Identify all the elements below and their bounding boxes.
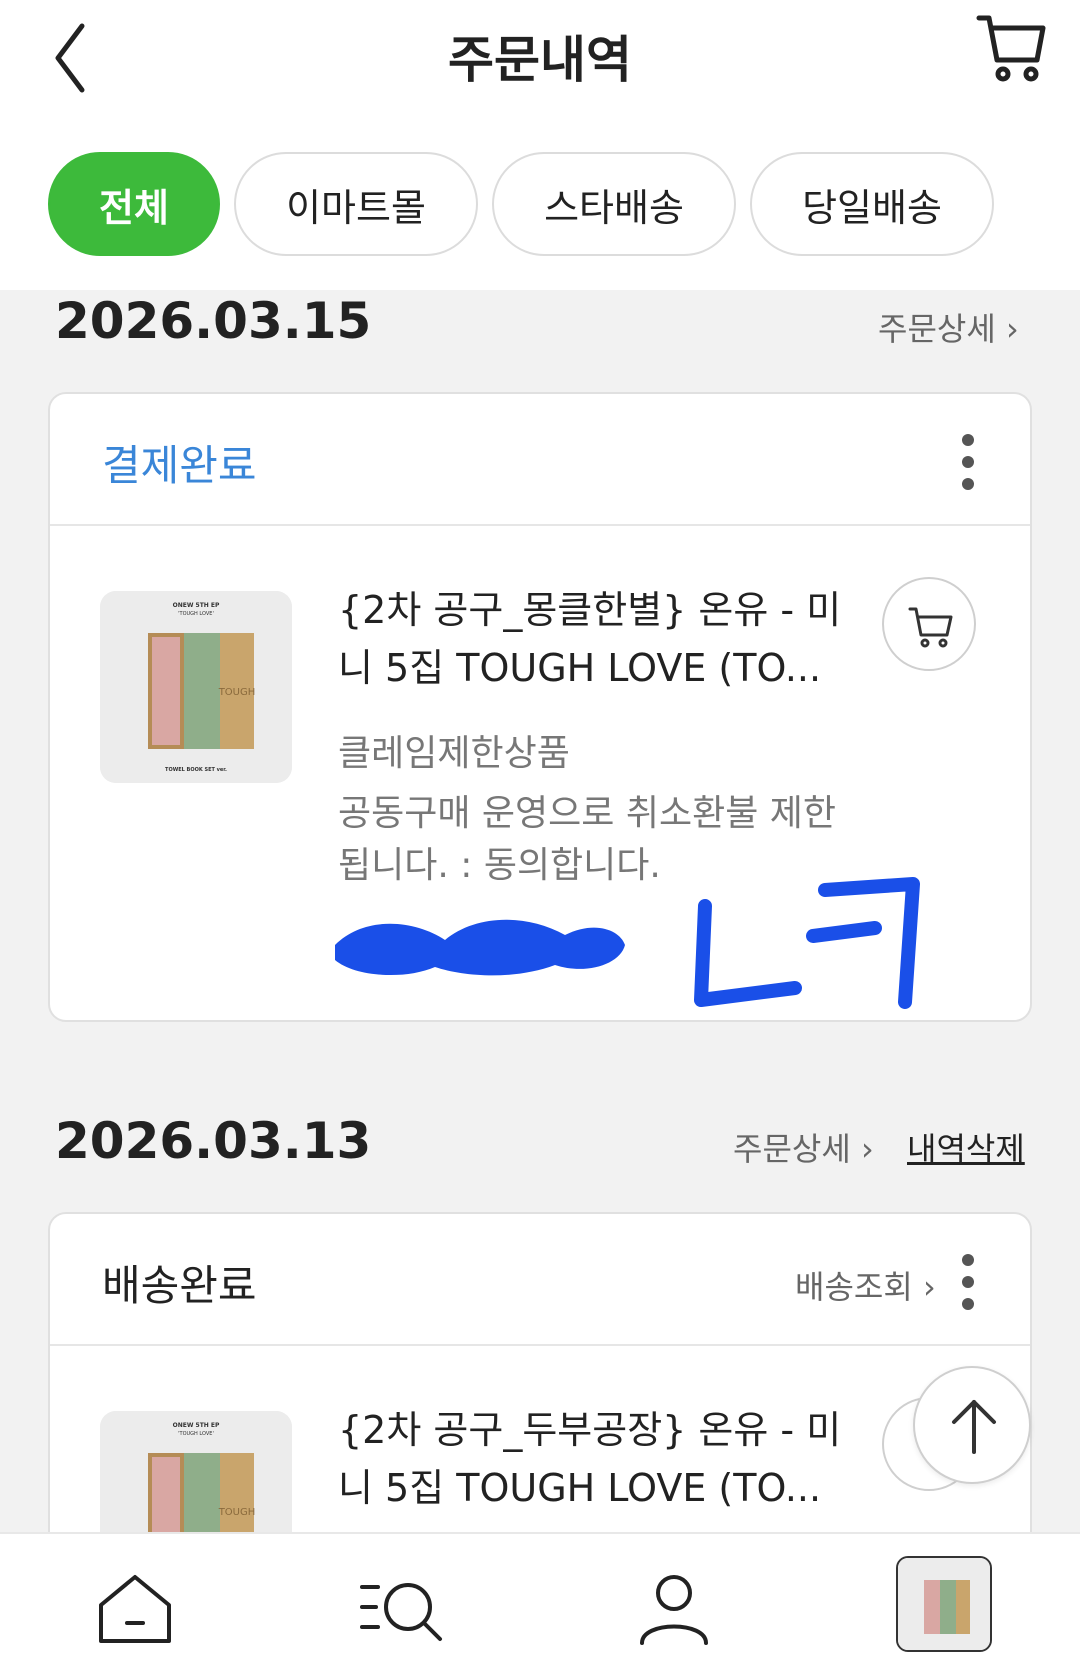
order-detail-link[interactable]: 주문상세 › — [878, 304, 1019, 350]
add-to-cart-button[interactable] — [882, 577, 976, 671]
chevron-right-icon: › — [860, 1130, 874, 1168]
redaction-scribble — [335, 919, 625, 976]
page-title: 주문내역 — [448, 31, 632, 89]
tab-same-day-delivery[interactable]: 당일배송 — [750, 152, 994, 256]
product-thumbnail[interactable]: ONEW 5TH EP 'TOUGH LOVE' TOUGH TOWEL BOO… — [100, 591, 292, 783]
order-card-header: 결제완료 — [50, 394, 1030, 526]
order-detail-label: 주문상세 — [878, 310, 996, 348]
order-card-header: 배송완료 배송조회 › — [50, 1214, 1030, 1346]
scroll-to-top-button[interactable] — [913, 1366, 1031, 1484]
cart-button[interactable] — [975, 12, 1047, 84]
thumb-box-text: TOUGH — [218, 687, 256, 698]
delete-history-link[interactable]: 내역삭제 — [907, 1124, 1025, 1170]
delivery-tracking-link[interactable]: 배송조회 › — [795, 1262, 936, 1308]
claim-restricted-label: 클레임제한상품 — [338, 733, 570, 774]
thumb-top-text: ONEW 5TH EP — [173, 602, 220, 609]
tab-emart-mall[interactable]: 이마트몰 — [234, 152, 478, 256]
user-icon — [640, 1575, 708, 1645]
product-name[interactable]: {2차 공구_몽클한별} 온유 - 미니 5집 TOUGH LOVE (TO..… — [338, 581, 858, 697]
menu-search-icon — [360, 1583, 442, 1641]
bottom-navigation — [0, 1532, 1080, 1669]
more-options-icon[interactable] — [956, 1254, 980, 1310]
order-detail-link[interactable]: 주문상세 › — [733, 1124, 874, 1170]
arrow-up-icon — [952, 1400, 996, 1454]
chevron-right-icon: › — [1005, 310, 1019, 348]
thumb-sub-text: 'TOUGH LOVE' — [178, 1431, 214, 1437]
order-date: 2026.03.15 — [55, 292, 372, 350]
recent-product-thumbnail[interactable] — [896, 1556, 992, 1652]
nav-home[interactable] — [95, 1569, 175, 1649]
tab-all[interactable]: 전체 — [48, 152, 220, 256]
more-options-icon[interactable] — [956, 434, 980, 490]
delivery-tracking-label: 배송조회 — [795, 1268, 913, 1306]
order-status: 배송완료 — [102, 1261, 257, 1310]
thumb-top-text: ONEW 5TH EP — [173, 1422, 220, 1429]
app-header: 주문내역 전체 이마트몰 스타배송 당일배송 — [0, 0, 1080, 290]
chevron-right-icon: › — [922, 1268, 936, 1306]
thumb-bottom-text: TOWEL BOOK SET ver. — [165, 767, 227, 773]
home-icon — [99, 1575, 171, 1643]
nav-my-page[interactable] — [634, 1569, 714, 1649]
order-status: 결제완료 — [102, 441, 257, 490]
thumb-sub-text: 'TOUGH LOVE' — [178, 611, 214, 617]
nav-category-search[interactable] — [358, 1569, 454, 1649]
product-name[interactable]: {2차 공구_두부공장} 온유 - 미니 5집 TOUGH LOVE (TO..… — [338, 1401, 858, 1517]
handwritten-annotation — [694, 877, 920, 1009]
thumb-box-text: TOUGH — [218, 1507, 256, 1518]
cart-icon — [908, 607, 953, 648]
tab-star-delivery[interactable]: 스타배송 — [492, 152, 736, 256]
order-date: 2026.03.13 — [55, 1112, 372, 1170]
cart-icon — [976, 15, 1046, 82]
order-detail-label: 주문상세 — [733, 1130, 851, 1168]
